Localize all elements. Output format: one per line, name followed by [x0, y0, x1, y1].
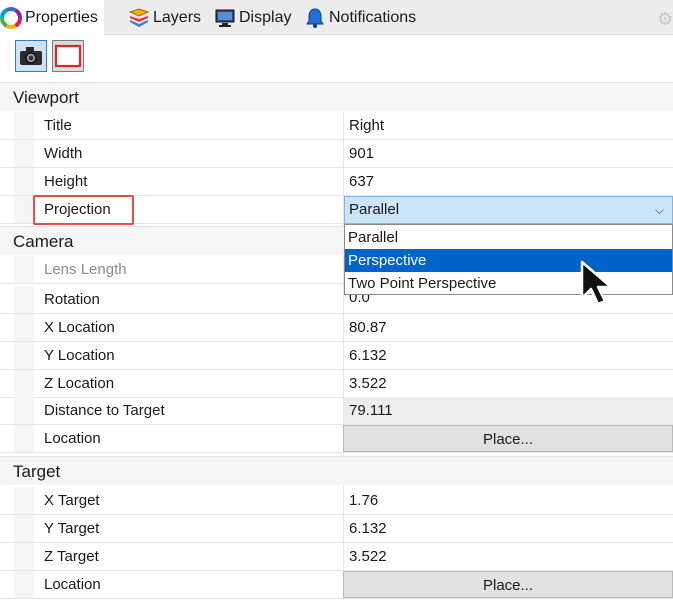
x-target-field[interactable]: 1.76	[343, 487, 673, 514]
property-row-y-target: Y Target 6.132	[0, 515, 673, 543]
tab-notifications[interactable]: Notifications	[304, 0, 416, 35]
row-gutter	[14, 487, 34, 514]
layers-icon	[128, 7, 150, 29]
property-label: Location	[44, 430, 101, 447]
property-label: Y Target	[44, 520, 100, 537]
property-row-camera-location: Location Place...	[0, 425, 673, 453]
property-label: Z Target	[44, 548, 99, 565]
viewport-frame-icon	[53, 44, 83, 75]
y-target-field[interactable]: 6.132	[343, 515, 673, 542]
property-label: Rotation	[44, 291, 100, 308]
row-gutter	[14, 196, 34, 223]
row-gutter	[14, 571, 34, 598]
projection-highlight-box	[33, 195, 134, 225]
property-label: Z Location	[44, 375, 115, 392]
row-gutter	[14, 140, 34, 167]
viewport-frame-button[interactable]	[52, 40, 84, 72]
property-label: Height	[44, 173, 88, 190]
z-target-field[interactable]: 3.522	[343, 543, 673, 570]
property-row-y-location: Y Location 6.132	[0, 342, 673, 370]
row-gutter	[14, 342, 34, 369]
title-field[interactable]: Right	[343, 112, 673, 139]
row-gutter	[14, 286, 34, 313]
tab-layers[interactable]: Layers	[128, 0, 201, 35]
property-row-x-location: X Location 80.87	[0, 314, 673, 342]
mouse-pointer-icon	[578, 260, 618, 306]
row-gutter	[14, 314, 34, 341]
property-label: Title	[44, 117, 72, 134]
display-monitor-icon	[214, 7, 236, 29]
tab-label: Notifications	[329, 8, 417, 26]
camera-icon	[16, 47, 46, 75]
section-heading: Viewport	[13, 88, 79, 107]
tab-label: Layers	[153, 8, 202, 26]
camera-button[interactable]	[15, 40, 47, 72]
property-row-target-location: Location Place...	[0, 571, 673, 599]
row-gutter	[14, 425, 34, 452]
bell-icon	[304, 7, 326, 29]
property-row-x-target: X Target 1.76	[0, 487, 673, 515]
property-row-title: Title Right	[0, 112, 673, 140]
z-location-field[interactable]: 3.522	[343, 370, 673, 397]
y-location-field[interactable]: 6.132	[343, 342, 673, 369]
section-heading: Camera	[13, 232, 74, 251]
projection-select[interactable]: Parallel ⌵	[344, 196, 673, 224]
property-row-z-location: Z Location 3.522	[0, 370, 673, 398]
camera-place-button[interactable]: Place...	[343, 425, 673, 452]
width-field[interactable]: 901	[343, 140, 673, 167]
section-viewport[interactable]: Viewport	[0, 82, 673, 111]
tab-label: Display	[239, 8, 292, 26]
x-location-field[interactable]: 80.87	[343, 314, 673, 341]
property-label: Location	[44, 576, 101, 593]
property-label: Lens Length	[44, 261, 127, 278]
row-gutter	[14, 515, 34, 542]
tab-display[interactable]: Display	[214, 0, 291, 35]
property-label: Width	[44, 145, 83, 162]
color-wheel-icon	[0, 6, 22, 29]
property-label: X Target	[44, 492, 100, 509]
property-label: Y Location	[44, 347, 115, 364]
projection-selected-value: Parallel	[349, 201, 400, 218]
panel-tab-bar: Properties Layers Display Notifications …	[0, 0, 673, 35]
projection-dropdown-list: Parallel Perspective Two Point Perspecti…	[344, 224, 673, 295]
row-gutter	[14, 543, 34, 570]
dropdown-option-parallel[interactable]: Parallel	[345, 226, 672, 249]
row-gutter	[14, 397, 34, 424]
gear-icon[interactable]: ⚙	[657, 9, 673, 27]
property-row-z-target: Z Target 3.522	[0, 543, 673, 571]
property-label: X Location	[44, 319, 115, 336]
tab-properties[interactable]: Properties	[0, 0, 104, 35]
height-field[interactable]: 637	[343, 168, 673, 195]
tab-label: Properties	[25, 8, 98, 26]
dropdown-option-two-point-perspective[interactable]: Two Point Perspective	[345, 272, 672, 295]
properties-toolbar	[0, 36, 673, 76]
property-row-width: Width 901	[0, 140, 673, 168]
property-label: Distance to Target	[44, 402, 165, 419]
property-row-height: Height 637	[0, 168, 673, 196]
row-gutter	[14, 256, 34, 283]
chevron-down-icon[interactable]: ⌵	[655, 197, 664, 223]
dropdown-option-perspective[interactable]: Perspective	[345, 249, 672, 272]
section-target[interactable]: Target	[0, 456, 673, 485]
property-row-distance-to-target: Distance to Target 79.111	[0, 397, 673, 425]
distance-to-target-value: 79.111	[343, 397, 673, 424]
row-gutter	[14, 112, 34, 139]
target-place-button[interactable]: Place...	[343, 571, 673, 598]
section-heading: Target	[13, 462, 61, 481]
row-gutter	[14, 168, 34, 195]
row-gutter	[14, 370, 34, 397]
